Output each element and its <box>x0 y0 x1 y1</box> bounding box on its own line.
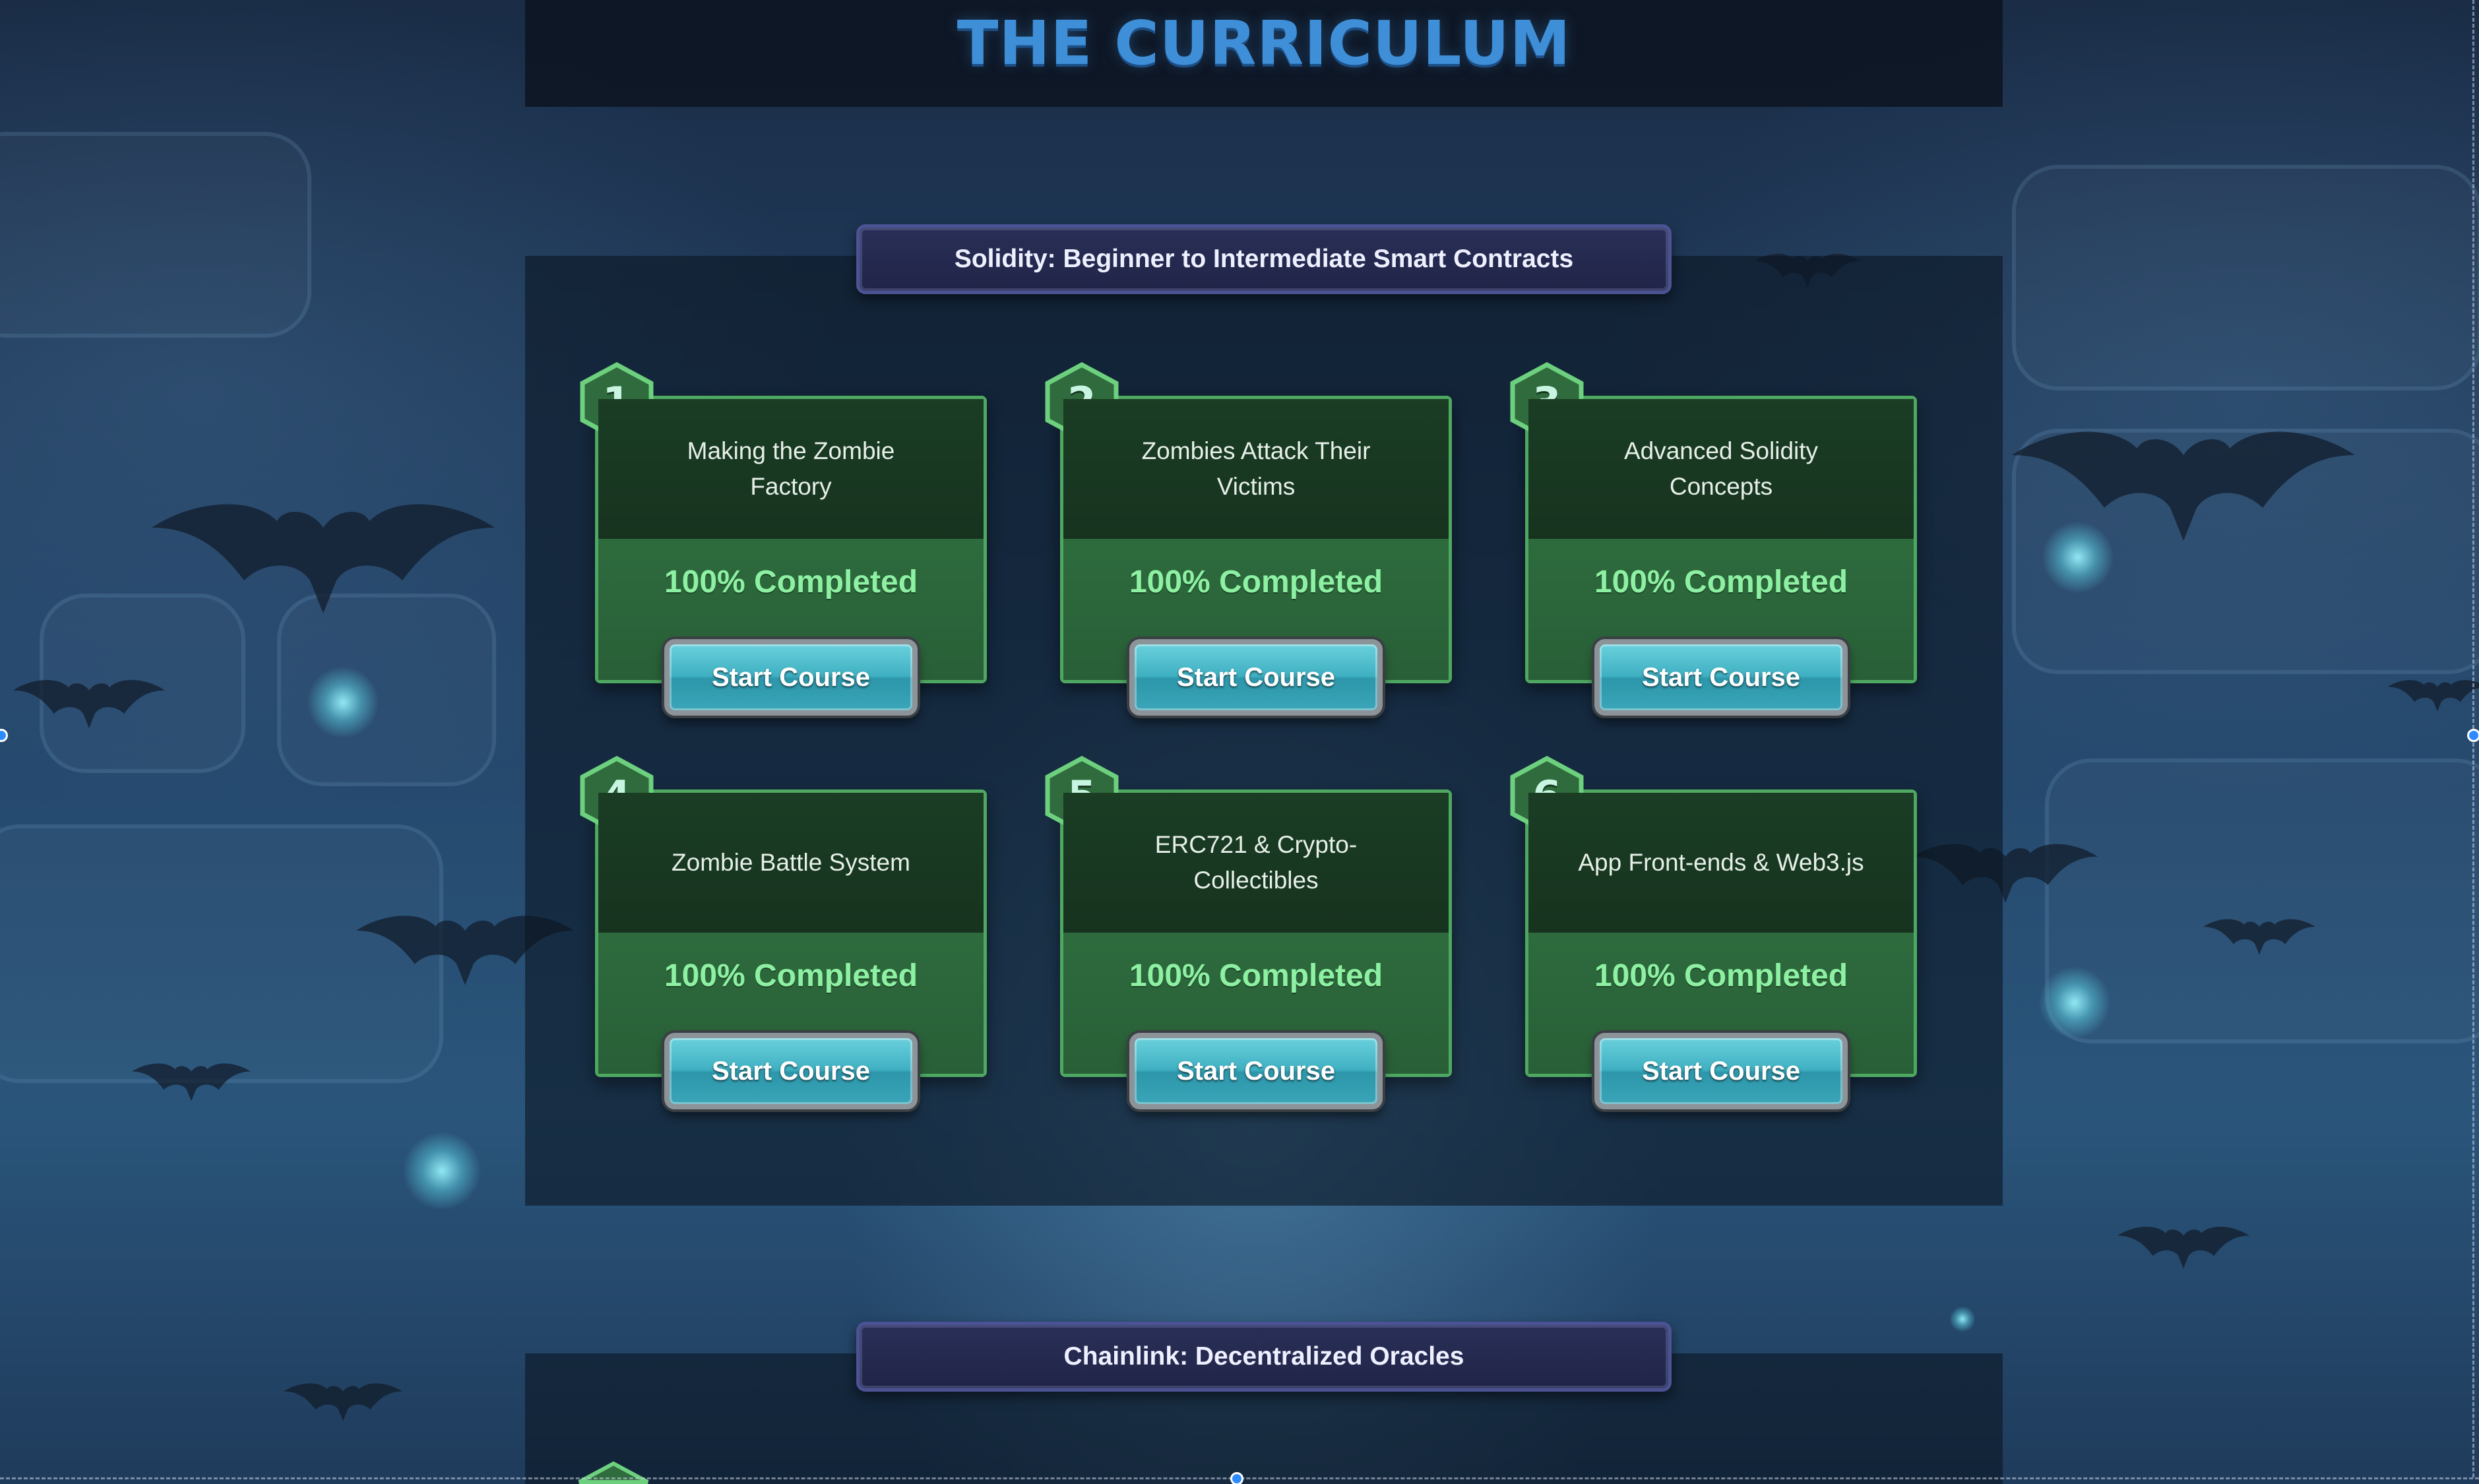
bat-icon <box>2203 919 2315 955</box>
course-progress: 100% Completed <box>1129 565 1383 600</box>
glowing-orb <box>307 666 379 739</box>
course-card[interactable]: 6 App Front-ends & Web3.js 100% Complete… <box>1510 756 1917 1109</box>
resize-handle[interactable] <box>1230 1472 1243 1484</box>
start-course-button[interactable]: Start Course <box>1594 639 1848 716</box>
course-progress: 100% Completed <box>1129 958 1383 993</box>
hexagon-badge-icon <box>578 1461 649 1484</box>
course-card[interactable]: 3 Advanced Solidity Concepts 100% Comple… <box>1510 362 1917 716</box>
course-title: Zombies Attack Their Victims <box>1141 437 1371 500</box>
course-title: Making the Zombie Factory <box>687 437 895 500</box>
start-course-button[interactable]: Start Course <box>664 1033 918 1109</box>
course-progress: 100% Completed <box>664 565 918 600</box>
section-label-solidity: Solidity: Beginner to Intermediate Smart… <box>856 224 1672 294</box>
title-banner: THE CURRICULUM <box>525 0 2003 107</box>
bat-icon <box>152 504 495 613</box>
page-title: THE CURRICULUM <box>957 8 1571 78</box>
start-course-button[interactable]: Start Course <box>1129 1033 1383 1109</box>
course-progress: 100% Completed <box>664 958 918 993</box>
start-course-button[interactable]: Start Course <box>1129 639 1383 716</box>
course-card[interactable]: 1 Making the Zombie Factory 100% Complet… <box>580 362 987 716</box>
resize-handle[interactable] <box>2467 729 2479 742</box>
start-course-button[interactable]: Start Course <box>664 639 918 716</box>
course-card[interactable]: 4 Zombie Battle System 100% Completed St… <box>580 756 987 1109</box>
bat-icon <box>2118 1226 2249 1269</box>
course-title: App Front-ends & Web3.js <box>1578 849 1864 876</box>
background-stone <box>2012 165 2479 390</box>
course-title: Zombie Battle System <box>672 849 910 876</box>
course-card[interactable]: 5 ERC721 & Crypto-Collectibles 100% Comp… <box>1045 756 1452 1109</box>
course-progress: 100% Completed <box>1594 958 1848 993</box>
course-title: Advanced Solidity Concepts <box>1623 437 1819 500</box>
start-course-button[interactable]: Start Course <box>1594 1033 1848 1109</box>
bat-icon <box>2012 431 2355 541</box>
course-progress: 100% Completed <box>1594 565 1848 600</box>
bat-icon <box>13 680 165 729</box>
course-title: ERC721 & Crypto-Collectibles <box>1154 831 1358 894</box>
bat-icon <box>284 1383 402 1421</box>
glowing-orb <box>402 1131 482 1210</box>
course-card[interactable]: 2 Zombies Attack Their Victims 100% Comp… <box>1045 362 1452 716</box>
bat-icon <box>2388 680 2479 712</box>
glowing-orb <box>1949 1306 1976 1332</box>
background-stone <box>0 132 311 338</box>
glowing-orb <box>2038 966 2111 1039</box>
bat-icon <box>132 1063 251 1101</box>
section-label-chainlink: Chainlink: Decentralized Oracles <box>856 1322 1672 1392</box>
